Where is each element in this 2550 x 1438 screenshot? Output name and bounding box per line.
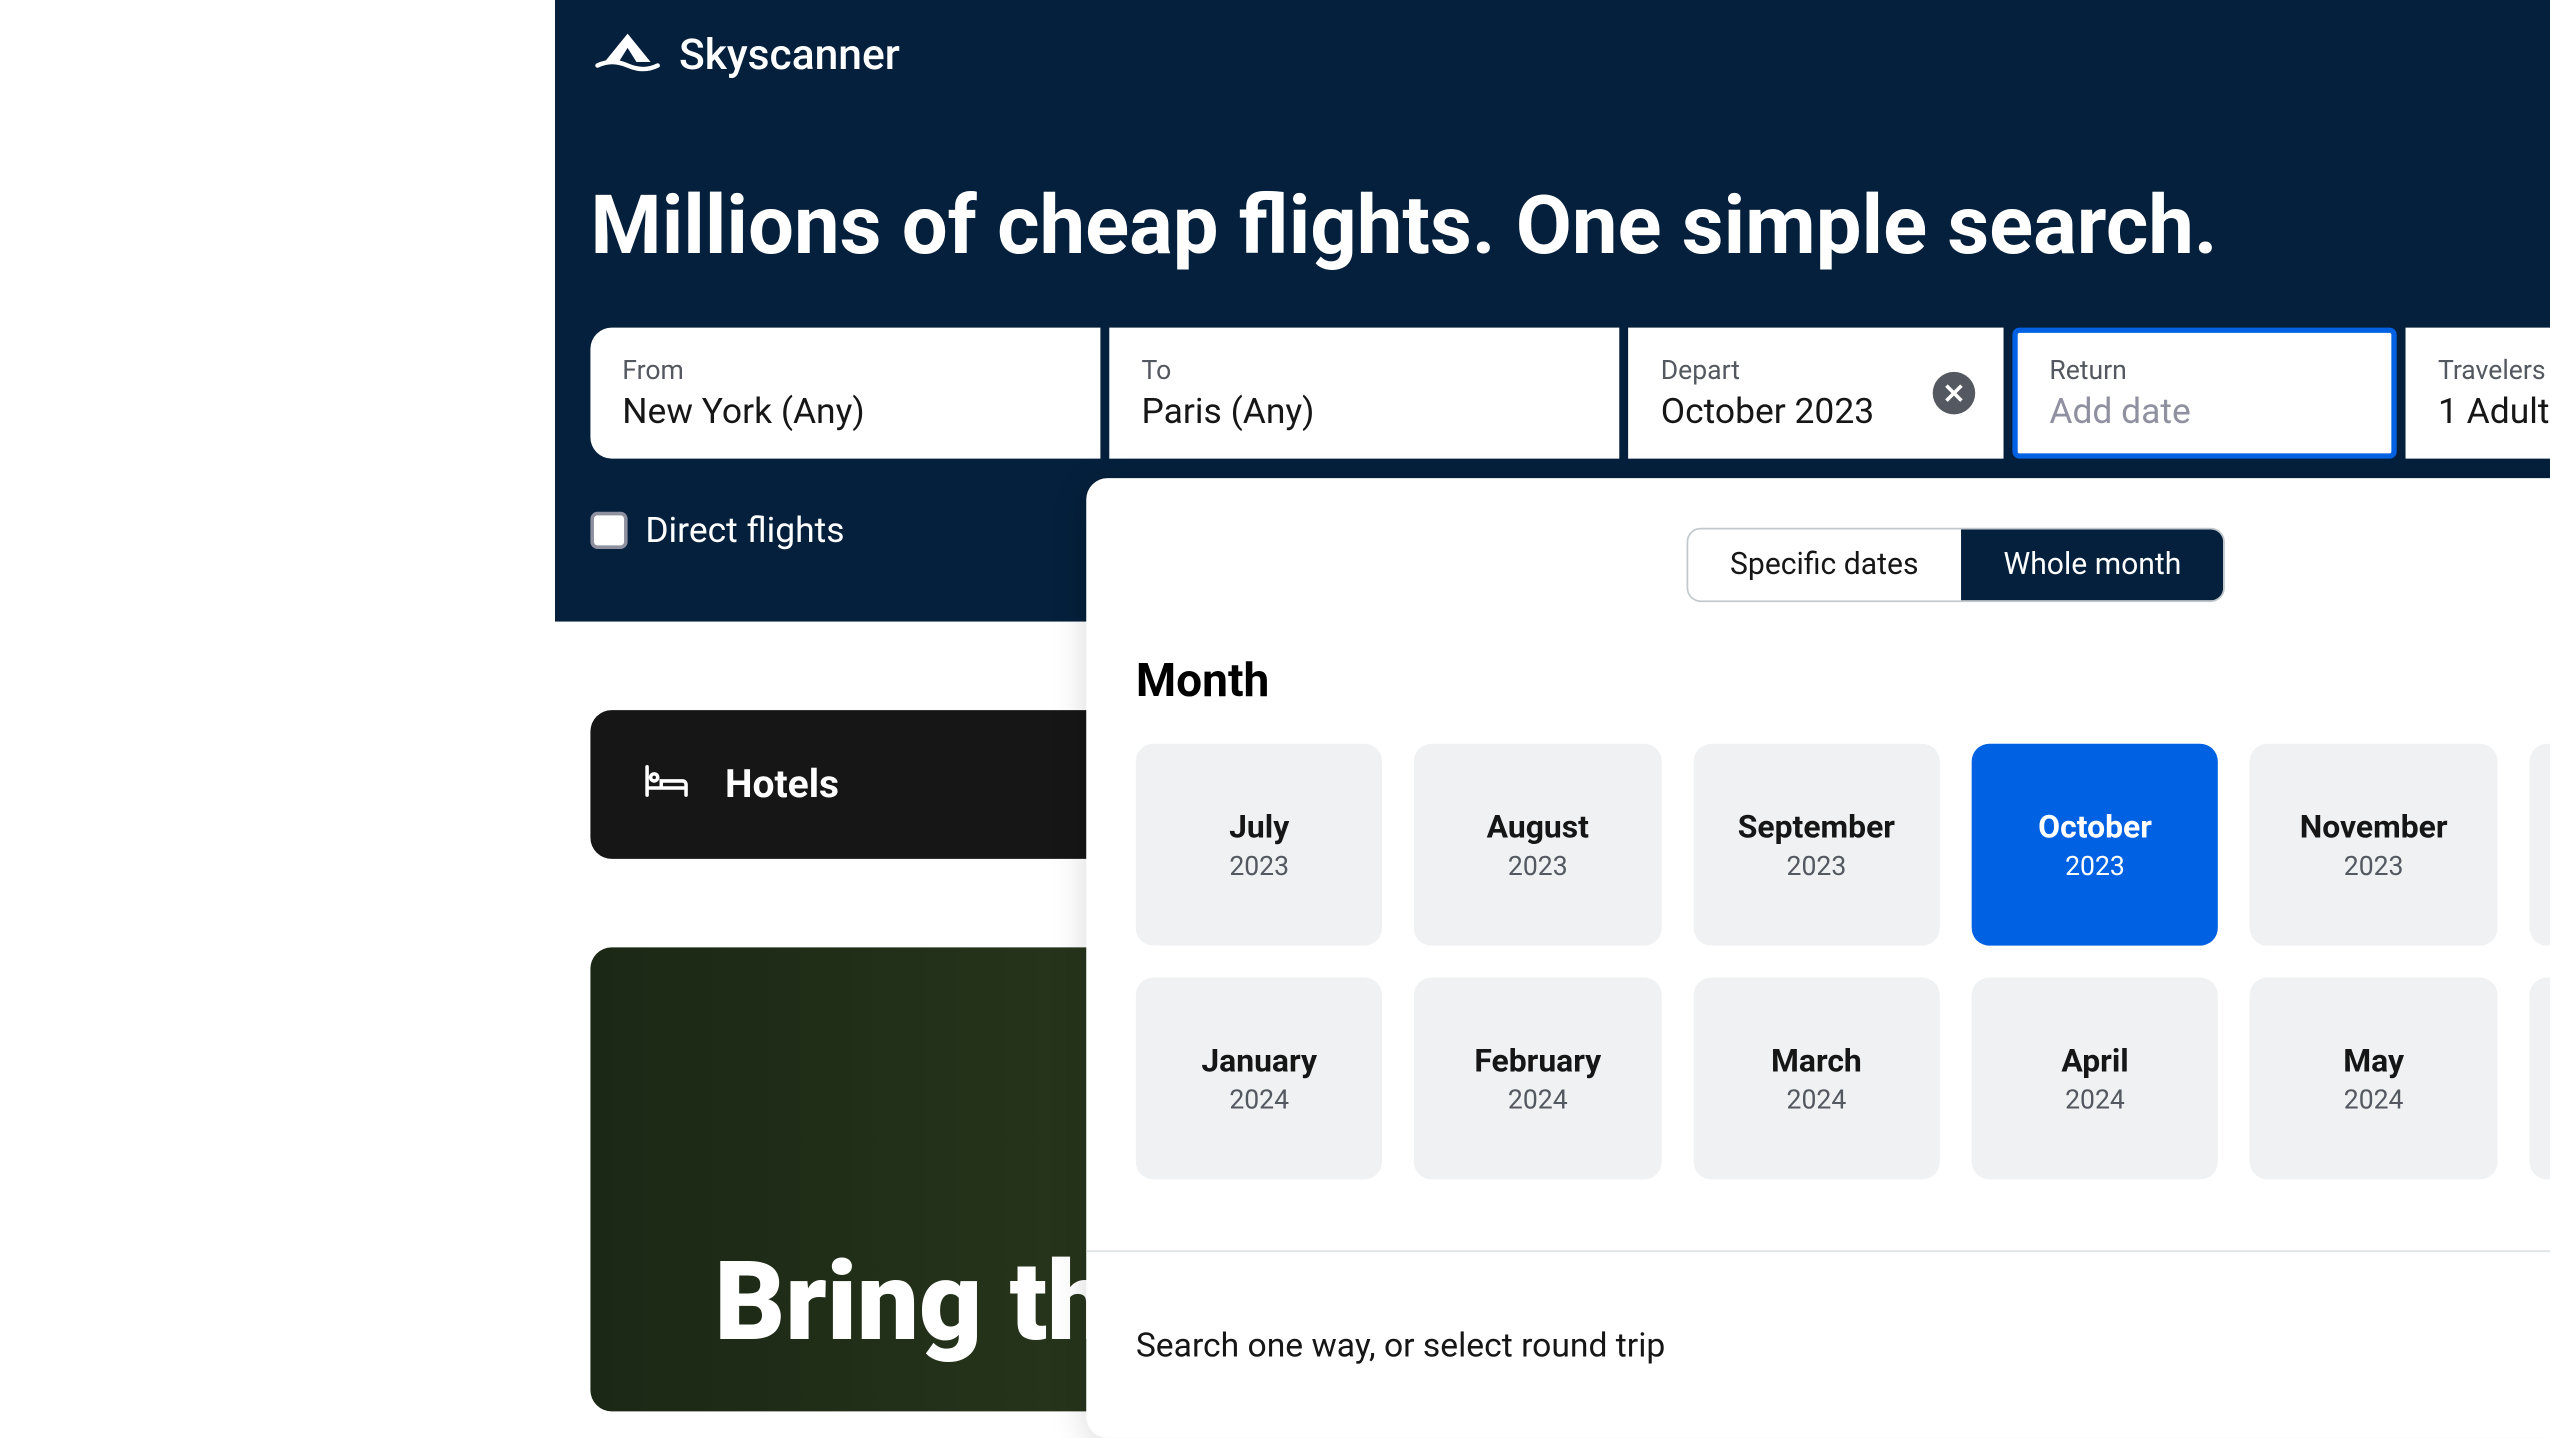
depart-label: Depart (1661, 354, 1972, 386)
month-card-july-2023[interactable]: July 2023 (1136, 744, 1383, 946)
month-name: February (1474, 1042, 1601, 1079)
month-name: September (1738, 808, 1895, 845)
month-card-october-2023[interactable]: October 2023 (1972, 744, 2219, 946)
month-name: March (1771, 1042, 1862, 1079)
month-card-january-2024[interactable]: January 2024 (1136, 978, 1383, 1180)
month-year: 2024 (1787, 1083, 1847, 1115)
month-year: 2023 (1787, 849, 1847, 881)
picker-footer-text: Search one way, or select round trip (1136, 1325, 1665, 1366)
month-year: 2023 (2344, 849, 2404, 881)
travelers-label: Travelers & cabin class (2438, 354, 2550, 386)
month-name: January (1201, 1042, 1317, 1079)
depart-value: October 2023 (1661, 390, 1972, 433)
direct-flights-label: Direct flights (645, 508, 844, 551)
hotels-label: Hotels (725, 762, 839, 806)
month-card-november-2023[interactable]: November 2023 (2250, 744, 2497, 946)
date-mode-tabs: Specific dates Whole month (1686, 528, 2226, 602)
month-card-september-2023[interactable]: September 2023 (1693, 744, 1940, 946)
month-card-february-2024[interactable]: February 2024 (1414, 978, 1661, 1180)
month-year: 2023 (1508, 849, 1568, 881)
search-form: From New York (Any) To Paris (Any) Depar… (590, 328, 2550, 459)
month-name: July (1229, 808, 1289, 845)
month-year: 2024 (1229, 1083, 1289, 1115)
from-label: From (622, 354, 1069, 386)
bed-icon (644, 760, 690, 810)
clear-depart-icon[interactable] (1932, 372, 1975, 415)
to-value: Paris (Any) (1142, 390, 1589, 433)
date-picker-popover: Specific dates Whole month Month July 202… (1086, 478, 2550, 1438)
to-label: To (1142, 354, 1589, 386)
logo-text: Skyscanner (679, 29, 900, 79)
logo[interactable]: Skyscanner (590, 29, 899, 79)
month-name: November (2300, 808, 2448, 845)
return-field[interactable]: Return Add date (2012, 328, 2397, 459)
return-label: Return (2049, 354, 2360, 386)
month-name: April (2061, 1042, 2128, 1079)
month-card-december-2023[interactable]: December2023 (2529, 744, 2550, 946)
month-card-august-2023[interactable]: August 2023 (1414, 744, 1661, 946)
month-name: October (2038, 808, 2152, 845)
skyscanner-logo-icon (590, 29, 664, 79)
depart-field[interactable]: Depart October 2023 (1629, 328, 2003, 459)
from-value: New York (Any) (622, 390, 1069, 433)
tab-specific-dates[interactable]: Specific dates (1688, 529, 1961, 600)
travelers-field[interactable]: Travelers & cabin class 1 Adult, Economy (2406, 328, 2550, 459)
travelers-value: 1 Adult, Economy (2438, 390, 2550, 433)
page-headline: Millions of cheap flights. One simple se… (590, 108, 2550, 328)
month-card-may-2024[interactable]: May 2024 (2250, 978, 2497, 1180)
from-field[interactable]: From New York (Any) (590, 328, 1100, 459)
month-card-march-2024[interactable]: March 2024 (1693, 978, 1940, 1180)
tab-whole-month[interactable]: Whole month (1961, 529, 2224, 600)
month-name: May (2343, 1042, 2404, 1079)
header: Skyscanner (590, 0, 2550, 108)
return-placeholder: Add date (2049, 390, 2360, 433)
month-year: 2024 (2065, 1083, 2125, 1115)
direct-flights-checkbox[interactable] (590, 511, 627, 548)
month-card-june-2024[interactable]: June2024 (2529, 978, 2550, 1180)
month-year: 2023 (2065, 849, 2125, 881)
month-card-april-2024[interactable]: April 2024 (1972, 978, 2219, 1180)
month-heading: Month (1086, 638, 2550, 744)
month-name: August (1487, 808, 1589, 845)
month-year: 2024 (1508, 1083, 1568, 1115)
month-year: 2023 (1229, 849, 1289, 881)
month-grid: July 2023 August 2023 September 2023 October 20… (1086, 744, 2550, 1250)
to-field[interactable]: To Paris (Any) (1110, 328, 1620, 459)
month-year: 2024 (2344, 1083, 2404, 1115)
